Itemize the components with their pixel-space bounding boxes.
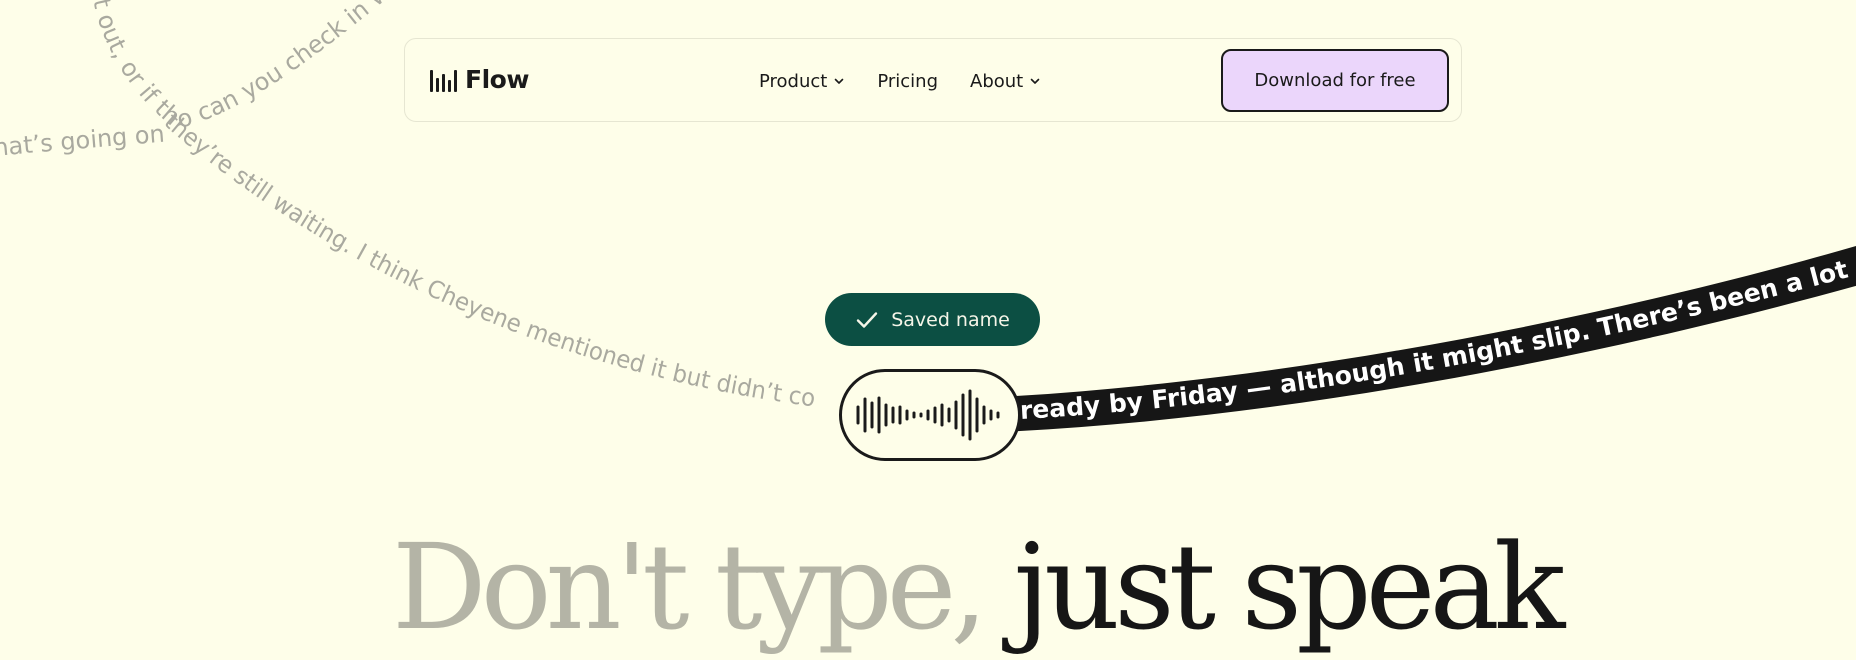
- saved-status-label: Saved name: [891, 308, 1010, 331]
- transcript-arc-text-2: o can you check in w: [174, 0, 396, 134]
- download-button[interactable]: Download for free: [1221, 49, 1449, 112]
- page: it out, or if the o can you check in w h…: [0, 0, 1856, 660]
- brand-name: Flow: [465, 65, 529, 94]
- top-navigation: Flow Product Pricing About Download for …: [404, 38, 1462, 122]
- transcript-line-2: hat’s going on b: [0, 0, 166, 162]
- transcript-arc-text: it out, or if the: [0, 0, 186, 131]
- hero-headline-muted: Don't type,: [392, 518, 988, 656]
- hero-headline-emphasis: just speak: [981, 518, 1565, 656]
- voice-recorder[interactable]: [839, 369, 1021, 461]
- chevron-down-icon: [1030, 78, 1040, 84]
- check-icon: [856, 311, 878, 328]
- nav-item-pricing[interactable]: Pricing: [877, 71, 938, 92]
- transcript-line-3: they’re still waiting. I think Cheyene m…: [159, 107, 817, 412]
- saved-status-badge: Saved name: [825, 293, 1040, 346]
- nav-item-label: Pricing: [877, 70, 939, 92]
- waveform-icon: [856, 389, 1000, 441]
- nav-item-label: Product: [759, 70, 828, 92]
- nav-links: Product Pricing About: [759, 39, 1041, 123]
- chevron-down-icon: [835, 78, 844, 84]
- hero-headline: Don't type, just speak: [392, 528, 1565, 646]
- brand-logo[interactable]: Flow: [429, 65, 529, 94]
- flow-logo-icon: [430, 69, 457, 92]
- transcript-ribbon: [1000, 246, 1856, 432]
- nav-item-label: About: [970, 70, 1024, 92]
- nav-item-about[interactable]: About: [970, 71, 1041, 92]
- nav-item-product[interactable]: Product: [759, 71, 845, 92]
